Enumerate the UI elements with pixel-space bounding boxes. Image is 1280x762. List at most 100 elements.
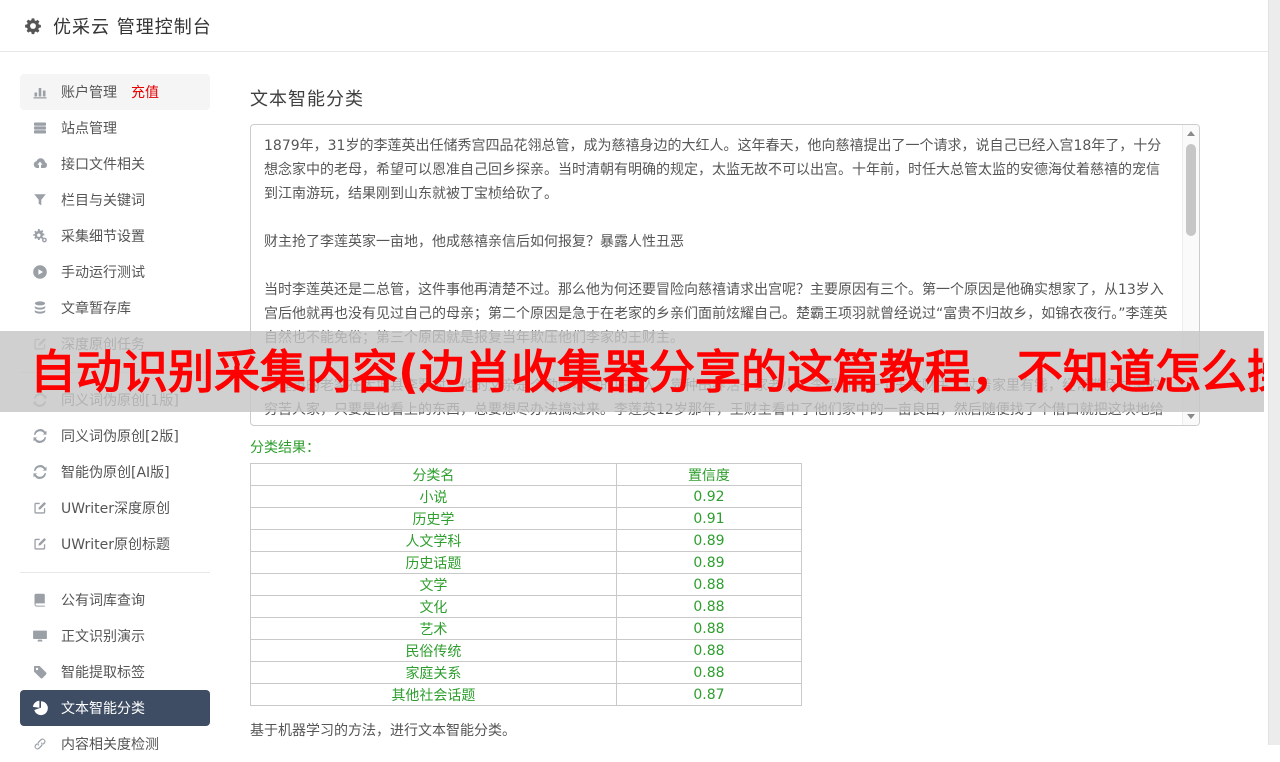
sidebar-item-label: UWriter原创标题: [61, 537, 170, 553]
database-icon: [32, 300, 48, 316]
sidebar-item-label: 正文识别演示: [61, 629, 145, 645]
footnote-text: 基于机器学习的方法，进行文本智能分类。: [250, 723, 516, 739]
confidence-cell: 0.88: [615, 573, 803, 596]
category-cell: 家庭关系: [250, 661, 617, 684]
page-title: 文本智能分类: [250, 89, 364, 110]
sidebar-item-api-files[interactable]: 接口文件相关: [20, 146, 210, 182]
table-row: 历史话题 0.89: [250, 551, 803, 574]
category-cell: 艺术: [250, 617, 617, 640]
sidebar-item-label: 站点管理: [61, 121, 117, 137]
sidebar-item-public-lexicon-query[interactable]: 公有词库查询: [20, 582, 210, 618]
sidebar-item-label: 公有词库查询: [61, 593, 145, 609]
sidebar-item-label: 账户管理: [61, 85, 117, 101]
link-icon: [32, 736, 48, 752]
refresh-icon: [32, 428, 48, 444]
gears-icon: [32, 228, 48, 244]
gear-icon: [24, 17, 42, 35]
confidence-cell: 0.92: [615, 485, 803, 508]
sidebar-item-collect-settings[interactable]: 采集细节设置: [20, 218, 210, 254]
sidebar-item-uwriter-original-title[interactable]: UWriter原创标题: [20, 526, 210, 562]
tag-icon: [32, 664, 48, 680]
sidebar-item-article-staging[interactable]: 文章暂存库: [20, 290, 210, 326]
sidebar-item-label: 采集细节设置: [61, 229, 145, 245]
classification-table: 分类名 置信度 小说 0.92 历史学 0.91 人文学科 0.89 历史话题 0.89 文学 0…: [250, 463, 803, 706]
table-body: 小说 0.92 历史学 0.91 人文学科 0.89 历史话题 0.89 文学 0.88 文化 0.8…: [250, 485, 803, 706]
sidebar-item-manual-run-test[interactable]: 手动运行测试: [20, 254, 210, 290]
confidence-cell: 0.87: [615, 683, 803, 706]
sidebar-item-smart-tag-extract[interactable]: 智能提取标签: [20, 654, 210, 690]
sidebar-item-uwriter-deep-original[interactable]: UWriter深度原创: [20, 490, 210, 526]
results-label: 分类结果：: [250, 440, 320, 456]
play-circle-icon: [32, 264, 48, 280]
app-title: 优采云 管理控制台: [53, 16, 212, 38]
sidebar-item-columns-keywords[interactable]: 栏目与关键词: [20, 182, 210, 218]
table-row: 家庭关系 0.88: [250, 661, 803, 684]
table-row: 艺术 0.88: [250, 617, 803, 640]
confidence-cell: 0.88: [615, 595, 803, 618]
table-row: 其他社会话题 0.87: [250, 683, 803, 706]
category-cell: 人文学科: [250, 529, 617, 552]
sidebar-item-label: 内容相关度检测: [61, 737, 159, 753]
table-row: 文学 0.88: [250, 573, 803, 596]
monitor-icon: [32, 628, 48, 644]
document-paragraph: 财主抢了李莲英家一亩地，他成慈禧亲信后如何报复？暴露人性丑恶: [264, 234, 684, 250]
sidebar-item-label: 栏目与关键词: [61, 193, 145, 209]
category-cell: 小说: [250, 485, 617, 508]
sidebar-item-label: 智能提取标签: [61, 665, 145, 681]
triangle-up-icon: [1187, 131, 1195, 136]
category-cell: 文化: [250, 595, 617, 618]
sidebar-divider: [20, 572, 210, 573]
watermark-overlay: 自动识别采集内容(边肖收集器分享的这篇教程，不知道怎么操作: [0, 331, 1264, 412]
app-header: 优采云 管理控制台: [0, 0, 1280, 52]
confidence-cell: 0.88: [615, 661, 803, 684]
category-cell: 民俗传统: [250, 639, 617, 662]
sidebar-item-label: 文本智能分类: [61, 701, 145, 717]
category-cell: 文学: [250, 573, 617, 596]
sidebar-item-account-management[interactable]: 账户管理 充值: [20, 74, 210, 110]
table-row: 文化 0.88: [250, 595, 803, 618]
category-cell: 历史话题: [250, 551, 617, 574]
pie-chart-icon: [32, 700, 48, 716]
sidebar-item-label: 接口文件相关: [61, 157, 145, 173]
sidebar-item-site-management[interactable]: 站点管理: [20, 110, 210, 146]
confidence-cell: 0.89: [615, 551, 803, 574]
refresh-icon: [32, 464, 48, 480]
sidebar-item-label: 手动运行测试: [61, 265, 145, 281]
table-row: 小说 0.92: [250, 485, 803, 508]
triangle-down-icon: [1187, 414, 1195, 419]
book-icon: [32, 592, 48, 608]
server-list-icon: [32, 120, 48, 136]
sidebar-item-ai-rewrite[interactable]: 智能伪原创[AI版]: [20, 454, 210, 490]
table-row: 人文学科 0.89: [250, 529, 803, 552]
funnel-icon: [32, 192, 48, 208]
sidebar-item-text-classification[interactable]: 文本智能分类: [20, 690, 210, 726]
sidebar-item-synonym-rewrite-v2[interactable]: 同义词伪原创[2版]: [20, 418, 210, 454]
sidebar-item-label: 文章暂存库: [61, 301, 131, 317]
sidebar-item-label: 智能伪原创[AI版]: [61, 465, 170, 481]
column-header-confidence: 置信度: [615, 463, 803, 486]
edit-icon: [32, 500, 48, 516]
table-row: 民俗传统 0.88: [250, 639, 803, 662]
sidebar-item-label: UWriter深度原创: [61, 501, 170, 517]
category-cell: 其他社会话题: [250, 683, 617, 706]
watermark-text: 自动识别采集内容(边肖收集器分享的这篇教程，不知道怎么操作: [30, 344, 1264, 399]
category-cell: 历史学: [250, 507, 617, 530]
recharge-badge[interactable]: 充值: [131, 82, 159, 102]
sidebar-item-content-extract-demo[interactable]: 正文识别演示: [20, 618, 210, 654]
sidebar-item-label: 同义词伪原创[2版]: [61, 429, 179, 445]
scrollbar-thumb[interactable]: [1186, 144, 1196, 236]
table-row: 历史学 0.91: [250, 507, 803, 530]
column-header-category: 分类名: [250, 463, 617, 486]
cloud-upload-icon: [32, 156, 48, 172]
confidence-cell: 0.88: [615, 639, 803, 662]
edit-icon: [32, 536, 48, 552]
confidence-cell: 0.89: [615, 529, 803, 552]
document-paragraph: 1879年，31岁的李莲英出任储秀宫四品花翎总管，成为慈禧身边的大红人。这年春天…: [264, 138, 1162, 202]
confidence-cell: 0.91: [615, 507, 803, 530]
chart-bars-icon: [32, 84, 48, 100]
sidebar-item-content-relevance-check[interactable]: 内容相关度检测: [20, 726, 210, 762]
page-scrollbar[interactable]: [1268, 0, 1280, 745]
scroll-up-button[interactable]: [1183, 125, 1199, 142]
confidence-cell: 0.88: [615, 617, 803, 640]
table-header-row: 分类名 置信度: [250, 463, 803, 486]
